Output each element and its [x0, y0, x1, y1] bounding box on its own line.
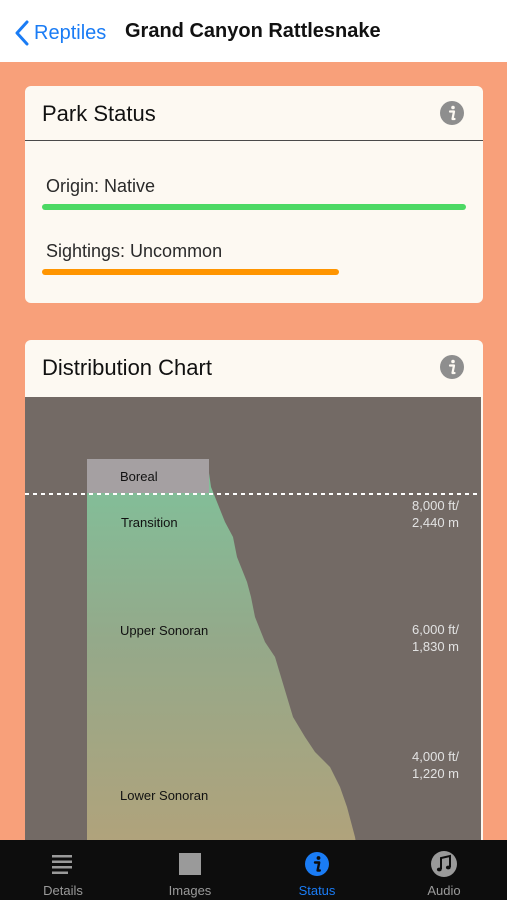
elevation-label-ft: 6,000 ft/ [412, 622, 459, 637]
distribution-chart-header: Distribution Chart [25, 340, 483, 397]
images-square-icon [179, 853, 201, 875]
music-note-icon [431, 851, 457, 877]
back-button[interactable]: Reptiles [14, 16, 106, 50]
elevation-label-m: 2,440 m [412, 515, 459, 530]
zone-label-transition: Transition [121, 515, 178, 530]
zone-label-upper-sonoran: Upper Sonoran [120, 623, 208, 638]
tab-details[interactable]: Details [0, 840, 126, 900]
origin-bar [42, 204, 466, 210]
distribution-chart-title: Distribution Chart [42, 355, 212, 380]
park-status-card: Park Status Origin: Native Sightings: Un… [25, 86, 483, 303]
details-list-icon [52, 855, 72, 874]
page-title: Grand Canyon Rattlesnake [125, 20, 381, 42]
info-icon[interactable] [439, 354, 465, 380]
sightings-label: Sightings: Uncommon [46, 241, 223, 261]
info-icon[interactable] [439, 100, 465, 126]
origin-label: Origin: Native [46, 176, 156, 196]
park-status-header: Park Status [25, 86, 483, 141]
park-status-title: Park Status [42, 101, 156, 126]
back-button-label: Reptiles [34, 21, 107, 44]
elevation-profile: Boreal Transition Upper Sonoran Lower So… [25, 459, 481, 860]
tab-label: Status [298, 883, 336, 898]
tab-label: Images [168, 883, 212, 898]
tab-images[interactable]: Images [127, 840, 253, 900]
sightings-bar [42, 269, 339, 275]
zone-label-boreal: Boreal [120, 469, 158, 484]
elevation-label-ft: 8,000 ft/ [412, 498, 459, 513]
tab-status[interactable]: Status [254, 840, 380, 900]
elevation-label-m: 1,220 m [412, 766, 459, 781]
tab-bar: Details Images Status Audio [0, 840, 507, 900]
elevation-label-ft: 4,000 ft/ [412, 749, 459, 764]
distribution-chart-area: Boreal Transition Upper Sonoran Lower So… [25, 397, 481, 860]
chevron-left-icon [15, 20, 29, 46]
tab-label: Audio [427, 883, 461, 898]
tab-label: Details [43, 883, 83, 898]
zone-label-lower-sonoran: Lower Sonoran [120, 788, 208, 803]
tab-audio[interactable]: Audio [381, 840, 507, 900]
distribution-chart-card: Distribution Chart Boreal Transition Upp… [25, 340, 483, 860]
info-circle-icon [305, 852, 329, 876]
elevation-label-m: 1,830 m [412, 639, 459, 654]
navigation-bar: Reptiles Grand Canyon Rattlesnake [0, 0, 507, 62]
